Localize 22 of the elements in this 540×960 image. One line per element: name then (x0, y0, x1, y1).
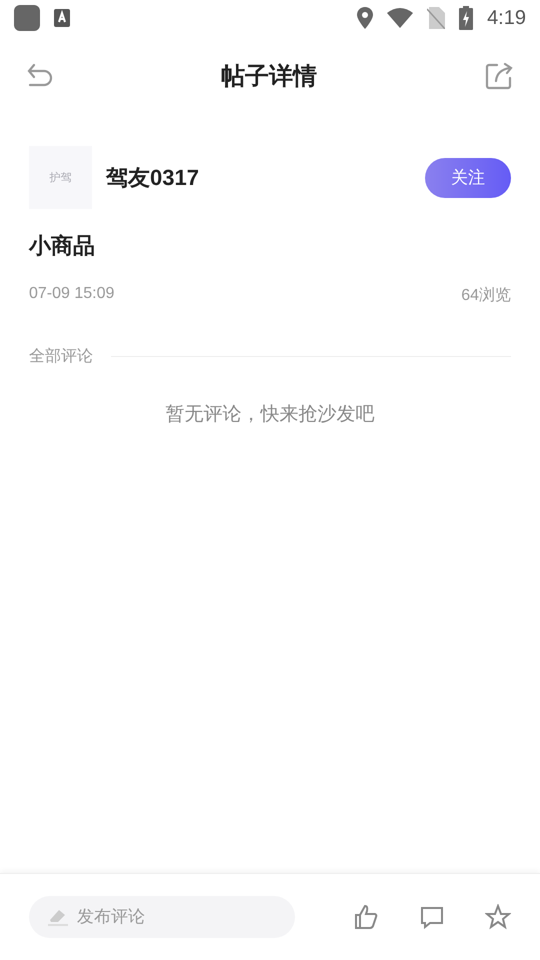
view-count: 64浏览 (461, 286, 511, 306)
author-name: 驾友0317 (106, 164, 200, 192)
like-icon[interactable] (353, 904, 379, 930)
location-icon (357, 7, 374, 29)
app-icon (14, 5, 40, 31)
follow-button[interactable]: 关注 (425, 158, 511, 198)
comment-icon[interactable] (419, 904, 445, 930)
avatar-text: 护驾 (50, 170, 72, 185)
eraser-icon (47, 907, 69, 927)
star-icon[interactable] (485, 904, 511, 930)
empty-comments-text: 暂无评论，快来抢沙发吧 (164, 402, 376, 427)
no-sim-icon (427, 7, 446, 29)
status-time: 4:19 (487, 6, 526, 30)
wifi-icon (387, 8, 414, 28)
page-title: 帖子详情 (221, 61, 317, 92)
share-button[interactable] (484, 61, 514, 91)
comment-field[interactable]: 发布评论 (29, 896, 295, 938)
comments-heading: 全部评论 (29, 346, 93, 367)
post-title: 小商品 (28, 233, 96, 261)
battery-icon (459, 6, 474, 30)
notification-icon (54, 9, 70, 27)
post-date: 07-09 15:09 (29, 285, 114, 304)
